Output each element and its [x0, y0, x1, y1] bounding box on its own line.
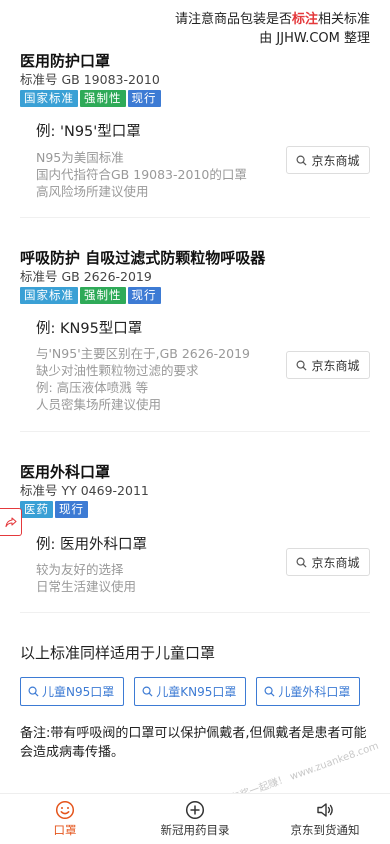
- speaker-icon: [317, 803, 333, 817]
- desc-line: 日常生活建议使用: [36, 579, 137, 594]
- tag-mandatory: 强制性: [80, 287, 126, 304]
- tag-current: 现行: [55, 501, 88, 518]
- notice: 请注意商品包装是否标注相关标准 由 JJHW.COM 整理: [175, 10, 370, 48]
- standard-section-1: 医用防护口罩 标准号 GB 19083-2010 国家标准 强制性 现行: [20, 51, 370, 107]
- desc-line: N95为美国标准: [36, 150, 124, 165]
- smile-icon: [55, 800, 75, 820]
- jd-mall-label: 京东商城: [311, 153, 360, 168]
- tag-national: 国家标准: [20, 287, 78, 304]
- nav-label: 新冠用药目录: [160, 823, 230, 837]
- notice-line1: 请注意商品包装是否标注相关标准: [175, 10, 370, 29]
- plus-circle-icon: [185, 800, 205, 820]
- standard-number: 标准号 GB 2626-2019: [20, 269, 152, 284]
- child-button-label: 儿童KN95口罩: [156, 685, 237, 699]
- example-label: 例: KN95型口罩: [36, 321, 143, 337]
- tag-list: 国家标准 强制性 现行: [20, 90, 370, 107]
- search-icon: [28, 686, 39, 697]
- example-description: 与'N95'主要区别在于,GB 2626-2019 缺少对油性颗粒物过滤的要求 …: [36, 345, 250, 413]
- child-button-label: 儿童N95口罩: [42, 685, 115, 699]
- notice-text-end: 相关标准: [317, 12, 370, 27]
- jd-mall-button[interactable]: 京东商城: [286, 146, 370, 174]
- divider: [20, 431, 370, 432]
- tag-mandatory: 强制性: [80, 90, 126, 107]
- standard-section-3: 医用外科口罩 标准号 YY 0469-2011 医药 现行: [20, 462, 370, 518]
- notice-text: 请注意商品包装是否: [174, 12, 292, 27]
- children-button-group: 儿童N95口罩 儿童KN95口罩 儿童外科口罩: [20, 677, 361, 706]
- nav-label: 京东到货通知: [290, 823, 360, 837]
- section-title: 呼吸防护 自吸过滤式防颗粒物呼吸器: [20, 249, 266, 267]
- notice-source: 由 JJHW.COM 整理: [259, 31, 370, 46]
- nav-item-covid-drugs[interactable]: 新冠用药目录: [130, 794, 260, 844]
- desc-line: 与'N95'主要区别在于,GB 2626-2019: [36, 346, 250, 361]
- standard-section-2: 呼吸防护 自吸过滤式防颗粒物呼吸器 标准号 GB 2626-2019 国家标准 …: [20, 248, 370, 304]
- child-kn95-button[interactable]: 儿童KN95口罩: [134, 677, 247, 706]
- jd-mall-button[interactable]: 京东商城: [286, 548, 370, 576]
- example-description: N95为美国标准 国内代指符合GB 19083-2010的口罩 高风险场所建议使…: [36, 149, 247, 200]
- divider: [20, 612, 370, 613]
- nav-label: 口罩: [53, 823, 77, 837]
- jd-mall-button[interactable]: 京东商城: [286, 351, 370, 379]
- tag-medical: 医药: [20, 501, 53, 518]
- share-button[interactable]: [0, 508, 22, 536]
- jd-mall-label: 京东商城: [311, 555, 360, 570]
- desc-line: 缺少对油性颗粒物过滤的要求: [36, 363, 199, 378]
- search-icon: [142, 686, 153, 697]
- search-icon: [296, 155, 307, 166]
- tag-national: 国家标准: [20, 90, 78, 107]
- example-label: 例: 'N95'型口罩: [36, 124, 141, 140]
- bottom-nav: 口罩 新冠用药目录 京东到货通知: [0, 793, 390, 844]
- tag-current: 现行: [127, 287, 161, 304]
- child-button-label: 儿童外科口罩: [278, 685, 351, 699]
- desc-line: 较为友好的选择: [36, 562, 124, 577]
- notice-highlight: 标注: [291, 12, 318, 27]
- nav-item-masks[interactable]: 口罩: [0, 794, 130, 844]
- child-n95-button[interactable]: 儿童N95口罩: [20, 677, 125, 706]
- share-icon: [4, 517, 17, 528]
- nav-item-jd-notify[interactable]: 京东到货通知: [260, 794, 390, 844]
- standard-number: 标准号 YY 0469-2011: [20, 483, 149, 498]
- search-icon: [296, 557, 307, 568]
- jd-mall-label: 京东商城: [311, 358, 360, 373]
- desc-line: 例: 高压液体喷溅 等: [36, 380, 149, 395]
- section-title: 医用外科口罩: [20, 463, 111, 481]
- example-label: 例: 医用外科口罩: [36, 537, 147, 553]
- children-title: 以上标准同样适用于儿童口罩: [20, 644, 216, 662]
- search-icon: [264, 686, 275, 697]
- example-description: 较为友好的选择 日常生活建议使用: [36, 561, 136, 595]
- child-surgical-button[interactable]: 儿童外科口罩: [256, 677, 361, 706]
- remark-text: 备注:带有呼吸阀的口罩可以保护佩戴者,但佩戴者是患者可能会造成病毒传播。: [20, 726, 367, 760]
- tag-list: 国家标准 强制性 现行: [20, 287, 370, 304]
- desc-line: 人员密集场所建议使用: [36, 397, 162, 412]
- search-icon: [296, 360, 307, 371]
- divider: [20, 217, 370, 218]
- tag-list: 医药 现行: [20, 501, 370, 518]
- section-title: 医用防护口罩: [20, 52, 111, 70]
- standard-number: 标准号 GB 19083-2010: [20, 72, 160, 87]
- tag-current: 现行: [127, 90, 161, 107]
- desc-line: 高风险场所建议使用: [36, 184, 149, 199]
- desc-line: 国内代指符合GB 19083-2010的口罩: [36, 167, 247, 182]
